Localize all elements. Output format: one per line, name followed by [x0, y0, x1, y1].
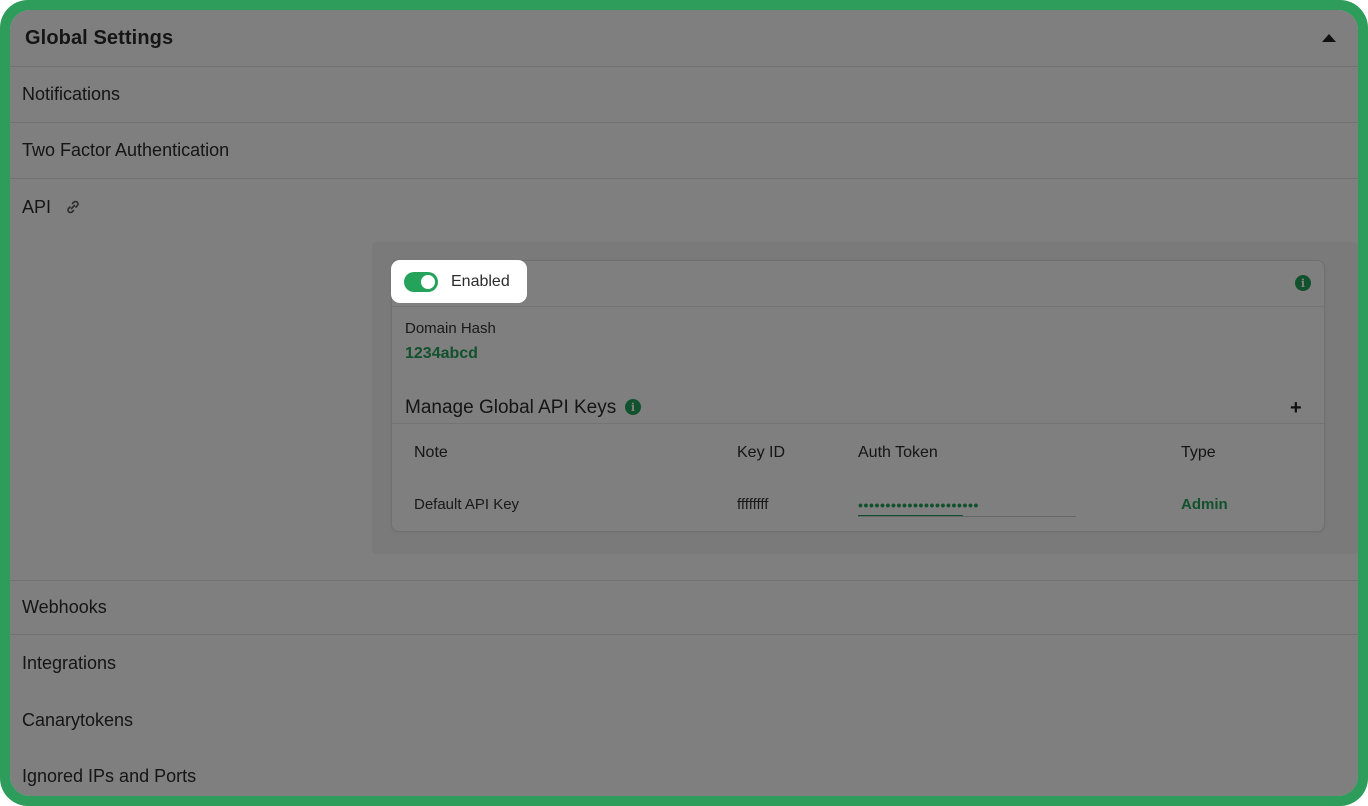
section-label: Notifications — [22, 84, 121, 104]
plus-icon[interactable]: + — [1290, 398, 1302, 418]
api-card: i Domain Hash 1234abcd Manage Global API… — [391, 260, 1325, 532]
domain-hash-value: 1234abcd — [405, 345, 478, 362]
info-icon[interactable]: i — [625, 399, 641, 415]
section-integrations[interactable]: Integrations — [10, 635, 1358, 691]
link-icon[interactable] — [65, 199, 81, 215]
table-divider — [392, 423, 1324, 424]
col-header-auth-token: Auth Token — [858, 444, 938, 461]
caret-up-icon[interactable] — [1322, 34, 1336, 42]
toggle-knob — [421, 274, 435, 289]
auth-token-field[interactable]: •••••••••••••••••••••• — [858, 497, 1076, 517]
info-icon[interactable]: i — [1295, 275, 1311, 291]
api-card-top — [392, 261, 1324, 307]
col-header-type: Type — [1181, 444, 1216, 461]
token-focus-underline — [858, 515, 963, 516]
section-api[interactable]: API — [10, 179, 1358, 235]
section-label: API — [22, 196, 52, 217]
section-canarytokens[interactable]: Canarytokens — [10, 692, 1358, 748]
enabled-toggle[interactable] — [404, 271, 438, 292]
section-ignored-ips[interactable]: Ignored IPs and Ports — [10, 748, 1358, 796]
manage-keys-title: Manage Global API Keys — [405, 397, 617, 418]
domain-hash-label: Domain Hash — [405, 320, 496, 337]
screenshot-frame: Global Settings Notifications Two Factor… — [0, 0, 1368, 806]
col-header-note: Note — [414, 444, 448, 461]
global-settings-header[interactable]: Global Settings — [10, 10, 1358, 67]
section-label: Canarytokens — [22, 709, 134, 730]
cell-type: Admin — [1181, 496, 1228, 513]
auth-token-value: •••••••••••••••••••••• — [858, 497, 980, 513]
cell-key-id: ffffffff — [737, 496, 769, 513]
section-notifications[interactable]: Notifications — [10, 67, 1358, 123]
col-header-key-id: Key ID — [737, 444, 786, 461]
toggle-label: Enabled — [451, 272, 510, 290]
section-label: Integrations — [22, 652, 117, 673]
section-label: Ignored IPs and Ports — [22, 765, 197, 786]
section-label: Webhooks — [22, 597, 107, 617]
cell-note: Default API Key — [414, 496, 520, 513]
section-webhooks[interactable]: Webhooks — [10, 580, 1358, 635]
section-two-factor[interactable]: Two Factor Authentication — [10, 123, 1358, 179]
enabled-toggle-highlight[interactable]: Enabled — [391, 260, 527, 303]
section-label: Two Factor Authentication — [22, 140, 230, 160]
screen: Global Settings Notifications Two Factor… — [10, 10, 1358, 796]
settings-page: Global Settings Notifications Two Factor… — [10, 10, 1358, 796]
page-title: Global Settings — [25, 26, 174, 49]
